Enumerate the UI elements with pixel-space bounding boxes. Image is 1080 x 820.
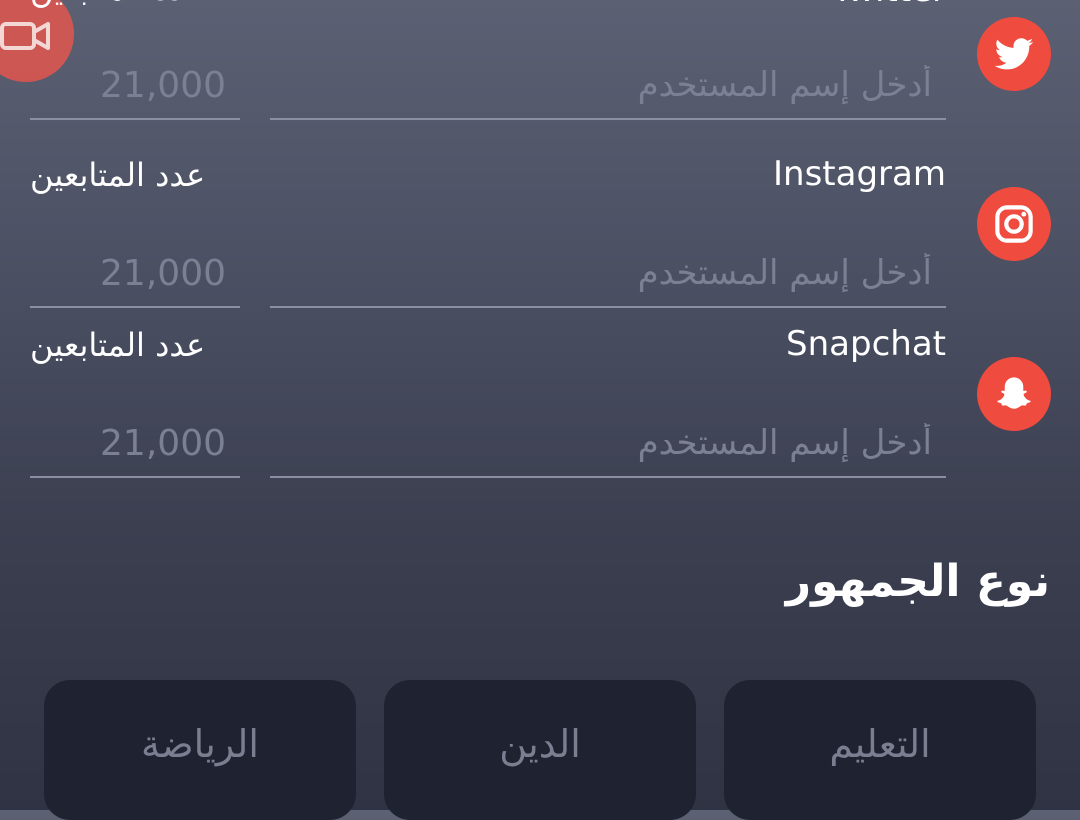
twitter-icon [994,38,1034,70]
social-row-twitter: Twitter عدد المتابعين [0,0,1080,140]
platform-name-snapchat: Snapchat [786,324,946,364]
audience-type-title: نوع الجمهور [785,556,1050,607]
platform-name-twitter: Twitter [832,0,946,10]
audience-option-religion[interactable]: الدين [384,680,696,820]
snapchat-icon [997,377,1031,409]
instagram-username-input[interactable] [270,248,946,308]
social-row-instagram: Instagram عدد المتابعين [0,140,1080,310]
platform-name-instagram: Instagram [773,154,946,194]
followers-label: عدد المتابعين [30,156,206,194]
snapchat-username-input[interactable] [270,418,946,478]
twitter-icon-badge [977,17,1051,91]
twitter-followers-input[interactable] [30,60,240,120]
instagram-icon-badge [977,187,1051,261]
followers-label: عدد المتابعين [30,0,205,8]
social-row-snapchat: Snapchat عدد المتابعين [0,310,1080,480]
snapchat-followers-input[interactable] [30,418,240,478]
snapchat-icon-badge [977,357,1051,431]
instagram-followers-input[interactable] [30,248,240,308]
audience-option-education[interactable]: التعليم [724,680,1036,820]
instagram-icon [995,205,1033,243]
followers-label: عدد المتابعين [30,326,206,364]
twitter-username-input[interactable] [270,60,946,120]
audience-option-sports[interactable]: الرياضة [44,680,356,820]
